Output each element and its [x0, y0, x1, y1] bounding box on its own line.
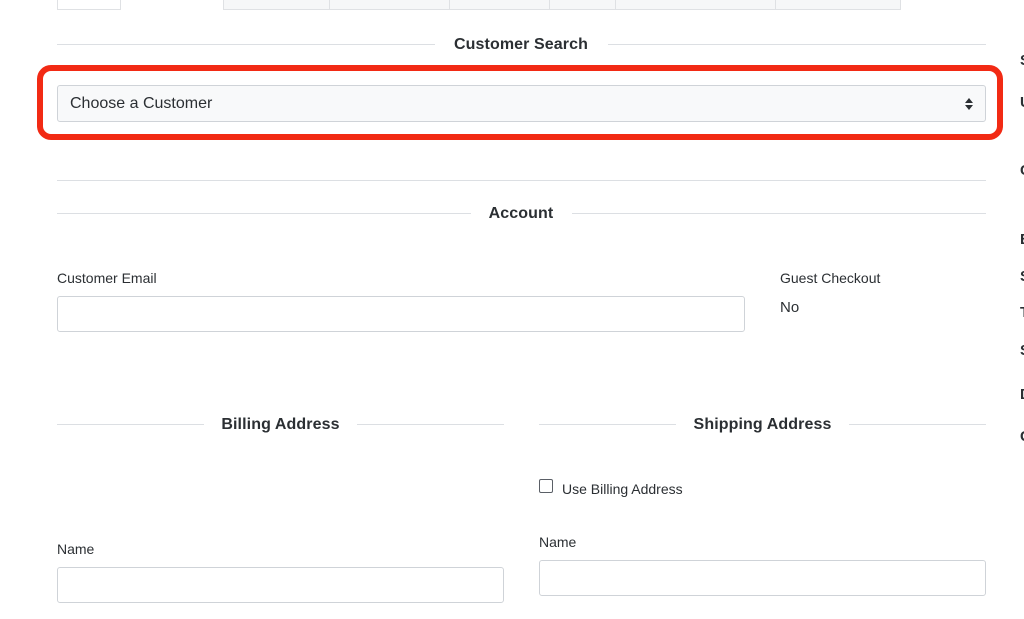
clipped-sidebar-text: G — [1020, 428, 1024, 445]
tab[interactable] — [549, 0, 617, 10]
section-title-billing-address: Billing Address — [221, 416, 340, 433]
tab[interactable] — [223, 0, 331, 10]
divider — [57, 424, 204, 425]
divider — [572, 213, 986, 214]
clipped-sidebar-text: T — [1020, 304, 1024, 321]
customer-select-value: Choose a Customer — [70, 94, 213, 112]
guest-checkout-value: No — [780, 299, 800, 316]
divider — [357, 424, 504, 425]
clipped-sidebar-text: S — [1020, 52, 1024, 69]
clipped-sidebar-text: D — [1020, 386, 1024, 403]
divider — [57, 180, 986, 181]
customer-email-field[interactable] — [57, 296, 745, 332]
tab[interactable] — [329, 0, 451, 10]
guest-checkout-label: Guest Checkout — [780, 270, 881, 286]
clipped-sidebar-text: S — [1020, 268, 1024, 285]
tab[interactable] — [57, 0, 121, 10]
billing-name-field[interactable] — [57, 567, 504, 603]
tab-strip — [57, 0, 985, 10]
clipped-sidebar-text: S — [1020, 342, 1024, 359]
tab[interactable] — [775, 0, 901, 10]
customer-select[interactable]: Choose a Customer — [57, 85, 986, 122]
tab[interactable] — [449, 0, 551, 10]
shipping-name-field[interactable] — [539, 560, 986, 596]
use-billing-address-label[interactable]: Use Billing Address — [562, 481, 683, 497]
divider — [57, 44, 435, 45]
divider — [539, 424, 676, 425]
section-title-account: Account — [488, 205, 554, 222]
use-billing-address-checkbox[interactable] — [539, 479, 553, 493]
divider — [57, 213, 471, 214]
divider — [849, 424, 986, 425]
clipped-sidebar-text: C — [1020, 162, 1024, 179]
sort-icon — [965, 98, 973, 110]
customer-email-label: Customer Email — [57, 270, 157, 286]
billing-name-label: Name — [57, 541, 95, 557]
tab[interactable] — [615, 0, 777, 10]
section-title-customer-search: Customer Search — [454, 36, 588, 53]
section-title-shipping-address: Shipping Address — [693, 416, 832, 433]
divider — [608, 44, 986, 45]
shipping-name-label: Name — [539, 534, 577, 550]
clipped-sidebar-text: B — [1020, 231, 1024, 248]
clipped-sidebar-text: U — [1020, 94, 1024, 111]
